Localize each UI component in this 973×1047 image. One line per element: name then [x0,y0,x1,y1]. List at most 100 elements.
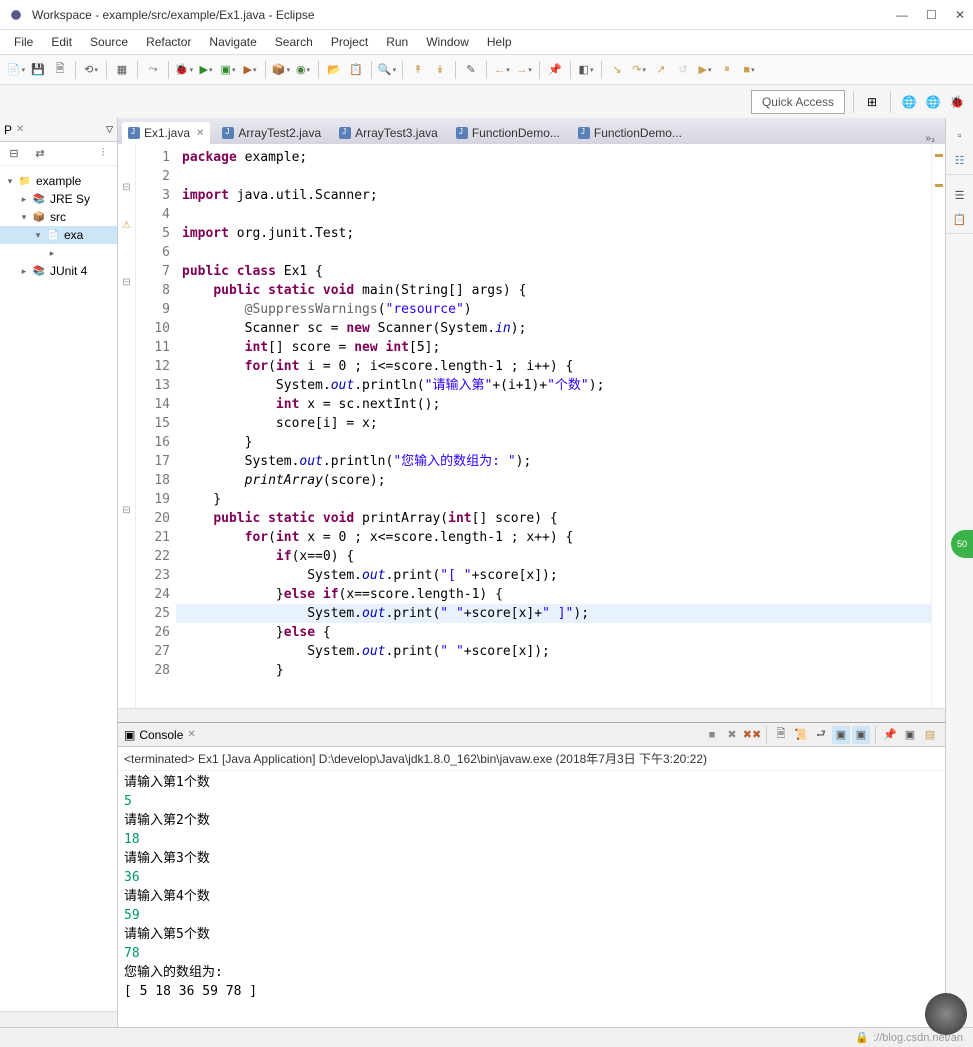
console-output[interactable]: 请输入第1个数5请输入第2个数18请输入第3个数36请输入第4个数59请输入第5… [118,771,945,1027]
show-console-err-icon[interactable]: ▣ [852,726,870,744]
close-button[interactable]: ✕ [955,8,965,22]
editor-scrollbar[interactable] [118,708,945,722]
statusbar: 🔒://blog.csdn.net/an [0,1027,973,1047]
console-close-icon[interactable]: ✕ [187,729,195,740]
view-close-icon[interactable]: ✕ [16,124,24,135]
pin-button[interactable]: 📌 [545,60,565,80]
tree-item[interactable]: ▸📚JRE Sy [0,190,117,208]
tree-item[interactable]: ▾📁example [0,172,117,190]
run-button[interactable]: ▶ [196,60,216,80]
outline-icon[interactable]: ☷ [950,150,970,170]
explorer-scrollbar[interactable] [0,1011,117,1027]
overview-ruler[interactable] [931,144,945,708]
tree-item[interactable]: ▾📄exa [0,226,117,244]
show-console-change-icon[interactable]: ▣ [832,726,850,744]
window-title: Workspace - example/src/example/Ex1.java… [32,8,896,22]
view-menu-icon[interactable]: ▽ [106,124,113,135]
java-file-icon [222,127,234,139]
forward-button[interactable]: → [514,60,534,80]
debug-perspective-button[interactable]: 🐞 [947,92,967,112]
link-editor-icon[interactable]: ⇄ [30,144,50,164]
tree-item[interactable]: ▸📚JUnit 4 [0,262,117,280]
new-button[interactable]: 📄 [6,60,26,80]
menu-source[interactable]: Source [82,32,136,52]
coverage-button[interactable]: ▣ [218,60,238,80]
code-area[interactable]: package example; import java.util.Scanne… [176,144,931,708]
line-gutter: 1234567891011121314151617181920212223242… [136,144,176,708]
working-set-button[interactable]: ◧ [576,60,596,80]
step-over-button[interactable]: ↷ [629,60,649,80]
debug-button[interactable]: 🐞 [174,60,194,80]
step-return-button[interactable]: ↗ [651,60,671,80]
main-toolbar: 📄 💾 🗎 ⟲ ▦ ⤳ 🐞 ▶ ▣ ▶ 📦 ◉ 📂 📋 🔍 ↟ ↡ ✎ ← → … [0,54,973,84]
display-selected-icon[interactable]: ▣ [901,726,919,744]
minimize-view-icon[interactable]: ▫ [950,126,970,146]
code-editor[interactable]: ⊟⚠⊟⊟ 12345678910111213141516171819202122… [118,144,945,708]
external-tools-button[interactable]: ▶ [240,60,260,80]
pin-console-icon[interactable]: 📌 [881,726,899,744]
suspend-button[interactable]: ⏸ [717,60,737,80]
terminate-icon[interactable]: ■ [703,726,721,744]
word-wrap-icon[interactable]: ⮐ [812,726,830,744]
open-console-icon[interactable]: ▤ [921,726,939,744]
step-into-button[interactable]: ↘ [607,60,627,80]
remove-launch-icon[interactable]: ✖ [723,726,741,744]
avatar-overlay [925,993,967,1035]
eclipse-icon [8,7,24,23]
open-task-button[interactable]: 📋 [346,60,366,80]
java-perspective-button[interactable]: 🌐 [899,92,919,112]
collapse-all-icon[interactable]: ⊟ [4,144,24,164]
toggle-breadcrumb-button[interactable]: ▦ [112,60,132,80]
editor-tab[interactable]: FunctionDemo... [572,122,688,144]
last-edit-button[interactable]: ✎ [461,60,481,80]
menu-run[interactable]: Run [378,32,416,52]
javaee-perspective-button[interactable]: 🌐 [923,92,943,112]
new-package-button[interactable]: 📦 [271,60,291,80]
editor-tab[interactable]: ArrayTest3.java [333,122,444,144]
editor-tab[interactable]: FunctionDemo... [450,122,566,144]
menu-window[interactable]: Window [418,32,477,52]
java-file-icon [128,127,140,139]
menu-refactor[interactable]: Refactor [138,32,199,52]
tabs-overflow[interactable]: »₃ [919,133,941,144]
menu-help[interactable]: Help [479,32,520,52]
side-badge[interactable]: 50 [951,530,973,558]
minimized-view-icon[interactable]: ☰ [950,185,970,205]
terminate-button[interactable]: ■ [739,60,759,80]
menu-edit[interactable]: Edit [43,32,80,52]
back-button[interactable]: ← [492,60,512,80]
new-type-button[interactable]: ◉ [293,60,313,80]
quick-access[interactable]: Quick Access [751,90,845,114]
console-tab-label[interactable]: Console [139,728,183,742]
switch-editor-button[interactable]: ⟲ [81,60,101,80]
clear-console-icon[interactable]: 🗎 [772,726,790,744]
menu-project[interactable]: Project [323,32,376,52]
tab-close-icon[interactable]: ✕ [196,128,204,139]
package-explorer: P ✕ ▽ ⊟ ⇄ ⫶ ▾📁example▸📚JRE Sy▾📦src▾📄exa▸… [0,118,118,1027]
tasks-icon[interactable]: 📋 [950,209,970,229]
explorer-tab-label[interactable]: P [4,123,12,137]
menu-search[interactable]: Search [267,32,321,52]
open-perspective-button[interactable]: ⊞ [862,92,882,112]
save-button[interactable]: 💾 [28,60,48,80]
skip-breakpoints-button[interactable]: ⤳ [143,60,163,80]
annotation-next-button[interactable]: ↡ [430,60,450,80]
open-type-button[interactable]: 📂 [324,60,344,80]
perspective-bar: Quick Access ⊞ 🌐 🌐 🐞 [0,84,973,118]
remove-all-icon[interactable]: ✖✖ [743,726,761,744]
editor-tab[interactable]: ArrayTest2.java [216,122,327,144]
drop-to-frame-button[interactable]: ↺ [673,60,693,80]
menu-file[interactable]: File [6,32,41,52]
menu-navigate[interactable]: Navigate [201,32,264,52]
tree-item[interactable]: ▾📦src [0,208,117,226]
minimize-button[interactable]: — [896,8,908,22]
search-button[interactable]: 🔍 [377,60,397,80]
save-all-button[interactable]: 🗎 [50,60,70,80]
resume-button[interactable]: ▶ [695,60,715,80]
editor-tab[interactable]: Ex1.java✕ [122,122,210,144]
scroll-lock-icon[interactable]: 📜 [792,726,810,744]
maximize-button[interactable]: ☐ [926,8,937,22]
annotation-prev-button[interactable]: ↟ [408,60,428,80]
tree-item[interactable]: ▸ [0,244,117,262]
filter-icon[interactable]: ⫶ [93,144,113,164]
